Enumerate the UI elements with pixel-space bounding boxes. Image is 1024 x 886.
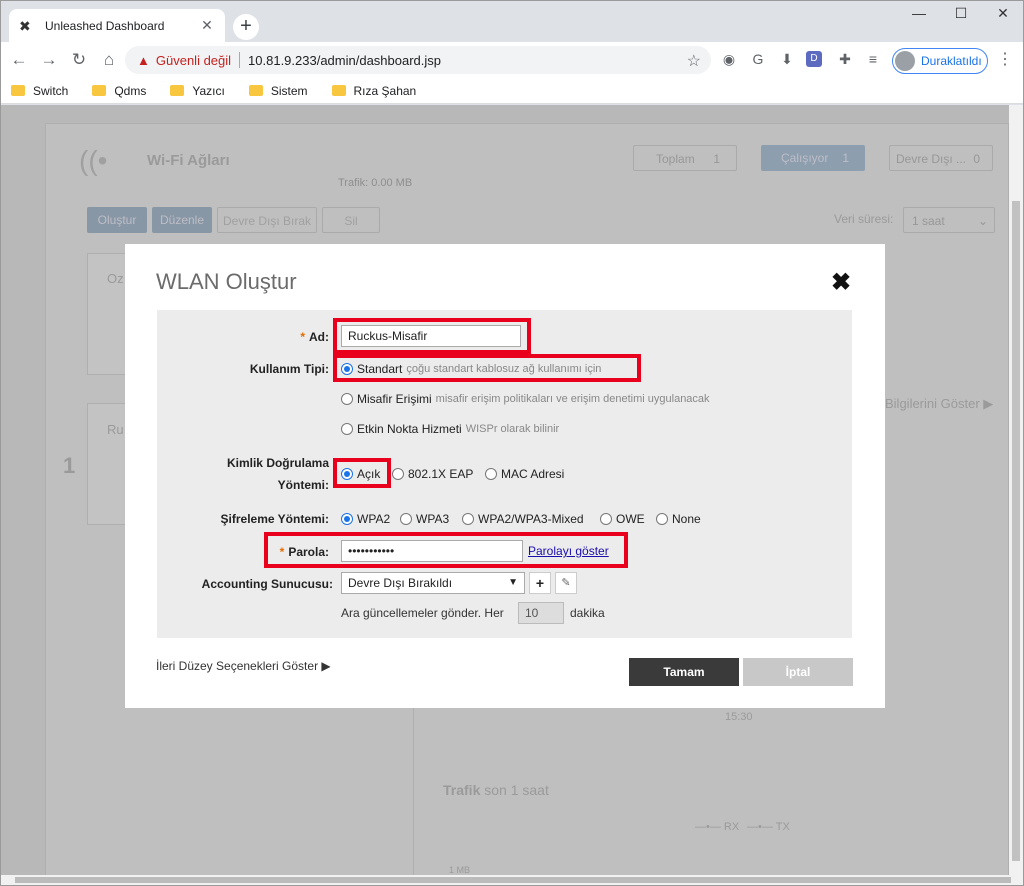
radio-icon [400, 513, 412, 525]
usage-guest-radio[interactable]: Misafir Erişimi misafir erişim politikala… [341, 392, 710, 406]
profile-label: Duraklatıldı [921, 54, 982, 68]
reading-list-icon[interactable]: ≡ [863, 49, 883, 69]
interim-minutes-input[interactable]: 10 [518, 602, 564, 624]
bookmark-riza-sahan[interactable]: Rıza Şahan [331, 84, 416, 98]
required-marker: * [300, 330, 305, 344]
enc-mixed-radio[interactable]: WPA2/WPA3-Mixed [462, 512, 584, 526]
folder-icon [331, 85, 346, 96]
auth-8021x-radio[interactable]: 802.1X EAP [392, 467, 473, 481]
highlight-box [264, 532, 628, 568]
bookmark-star-icon[interactable]: ☆ [687, 51, 701, 71]
browser-tab[interactable]: ✖ Unleashed Dashboard ✕ [9, 9, 225, 42]
reload-icon[interactable]: ↻ [65, 50, 93, 70]
bookmark-qdms[interactable]: Qdms [92, 84, 146, 98]
accounting-select[interactable]: Devre Dışı Bırakıldı ▼ [341, 572, 525, 594]
radio-icon [341, 393, 353, 405]
enc-none-radio[interactable]: None [656, 512, 701, 526]
wlan-form: *Ad: Kullanım Tipi: Standartçoğu standar… [157, 310, 852, 638]
tab-strip: ✖ Unleashed Dashboard ✕ + — ☐ ✕ [1, 1, 1023, 42]
highlight-box [333, 354, 641, 382]
bookmark-switch[interactable]: Switch [11, 84, 68, 98]
browser-window: ✖ Unleashed Dashboard ✕ + — ☐ ✕ ← → ↻ ⌂ … [0, 0, 1024, 886]
edit-pencil-icon[interactable]: ✎ [555, 572, 577, 594]
interim-prefix: Ara güncellemeler gönder. Her [341, 606, 504, 620]
extension-icon[interactable]: ◉ [719, 49, 739, 69]
maximize-icon[interactable]: ☐ [941, 5, 981, 22]
vertical-scrollbar[interactable] [1009, 105, 1023, 875]
encryption-label: Şifreleme Yöntemi: [220, 512, 329, 526]
highlight-box [333, 458, 391, 488]
auth-mac-radio[interactable]: MAC Adresi [485, 467, 564, 481]
enc-wpa3-radio[interactable]: WPA3 [400, 512, 449, 526]
ruckus-logo-icon: ✖ [19, 17, 31, 34]
scroll-thumb[interactable] [1012, 201, 1020, 861]
usage-type-label: Kullanım Tipi: [249, 362, 329, 376]
security-status[interactable]: Güvenli değil [156, 53, 231, 68]
highlight-box [333, 318, 531, 354]
chevron-down-icon: ▼ [508, 577, 518, 588]
radio-icon [600, 513, 612, 525]
folder-icon [92, 85, 107, 96]
radio-icon [341, 423, 353, 435]
ok-button[interactable]: Tamam [629, 658, 739, 686]
triangle-right-icon: ▶ [321, 659, 331, 673]
enc-wpa2-radio[interactable]: WPA2 [341, 512, 390, 526]
folder-icon [11, 85, 25, 96]
scroll-thumb[interactable] [15, 877, 1011, 883]
name-label: * Ad: [300, 330, 329, 344]
dialog-title: WLAN Oluştur [156, 269, 297, 294]
horizontal-scrollbar[interactable] [1, 875, 1023, 885]
address-bar[interactable]: ▲ Güvenli değil 10.81.9.233/admin/dashbo… [125, 46, 711, 74]
radio-icon [656, 513, 668, 525]
bookmark-sistem[interactable]: Sistem [248, 84, 308, 98]
create-wlan-dialog: WLAN Oluştur ✖ *Ad: Kullanım Tipi: Stand… [125, 244, 885, 708]
translate-icon[interactable]: G [748, 49, 768, 69]
bookmarks-bar: Switch Qdms Yazıcı Sistem Rıza Şahan [1, 78, 1023, 104]
back-icon[interactable]: ← [5, 50, 33, 70]
radio-selected-icon [341, 513, 353, 525]
folder-icon [170, 85, 185, 96]
bookmark-yazici[interactable]: Yazıcı [170, 84, 225, 98]
close-window-icon[interactable]: ✕ [983, 5, 1023, 22]
download-icon[interactable]: ⬇ [777, 49, 797, 69]
tab-title: Unleashed Dashboard [45, 18, 165, 33]
radio-icon [485, 468, 497, 480]
divider [239, 52, 241, 68]
warning-icon: ▲ [137, 52, 150, 68]
auth-method-label-2: Yöntemi: [277, 478, 329, 492]
home-icon[interactable]: ⌂ [95, 50, 123, 70]
add-server-button[interactable]: + [529, 572, 551, 594]
avatar [895, 51, 915, 71]
radio-icon [462, 513, 474, 525]
minimize-icon[interactable]: — [899, 5, 939, 21]
puzzle-icon[interactable]: ✚ [835, 49, 855, 69]
enc-owe-radio[interactable]: OWE [600, 512, 645, 526]
d-extension-icon[interactable]: D [806, 51, 822, 67]
usage-hotspot-radio[interactable]: Etkin Nokta Hizmeti WISPr olarak bilinir [341, 422, 559, 436]
url-text[interactable]: 10.81.9.233/admin/dashboard.jsp [248, 53, 441, 68]
radio-icon [392, 468, 404, 480]
new-tab-button[interactable]: + [233, 14, 259, 40]
accounting-label: Accounting Sunucusu: [201, 577, 333, 591]
interim-suffix: dakika [570, 606, 605, 620]
folder-icon [248, 85, 263, 96]
more-menu-icon[interactable]: ⋮ [997, 49, 1013, 69]
auth-method-label-1: Kimlik Doğrulama [226, 456, 329, 470]
close-icon[interactable]: ✖ [831, 268, 851, 297]
close-tab-icon[interactable]: ✕ [199, 17, 215, 34]
profile-button[interactable]: Duraklatıldı [892, 48, 988, 74]
forward-icon[interactable]: → [35, 50, 63, 70]
advanced-options-toggle[interactable]: İleri Düzey Seçenekleri Göster ▶ [156, 659, 331, 673]
cancel-button[interactable]: İptal [743, 658, 853, 686]
